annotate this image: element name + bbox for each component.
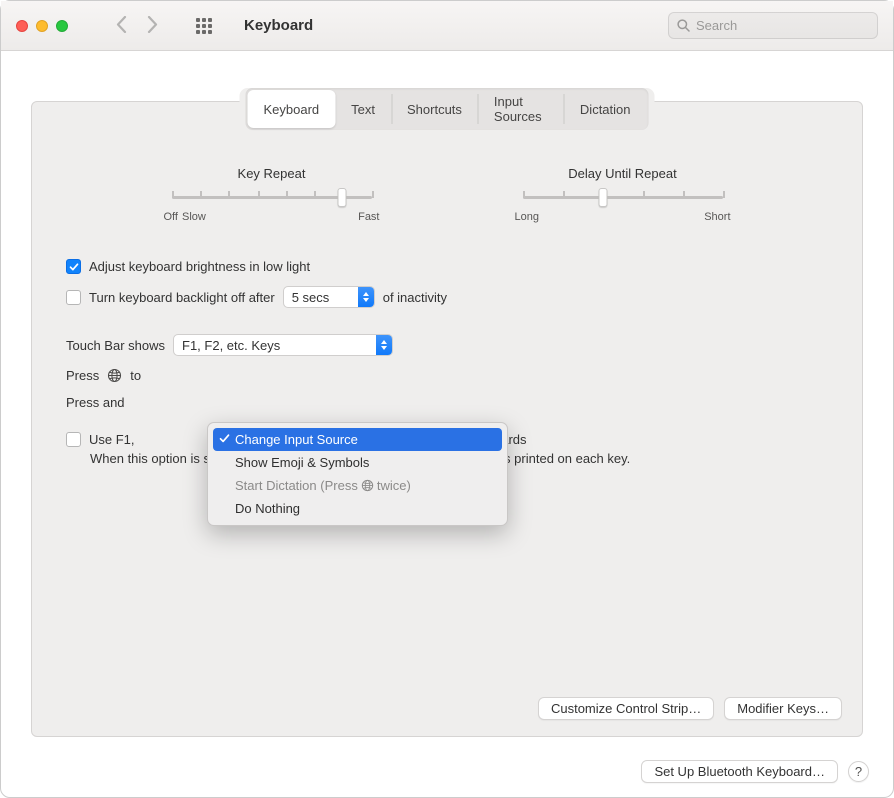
- press-globe-menu: Change Input Source Show Emoji & Symbols…: [207, 422, 508, 526]
- checkbox-adjust-brightness[interactable]: [66, 259, 81, 274]
- search-icon: [677, 19, 690, 32]
- key-repeat-scale: Off Slow Fast: [162, 211, 382, 223]
- row-backlight-off: Turn keyboard backlight off after 5 secs…: [66, 280, 828, 314]
- content-panel: Keyboard Text Shortcuts Input Sources Di…: [31, 101, 863, 737]
- tab-keyboard[interactable]: Keyboard: [248, 90, 336, 128]
- row-press-globe: Press to: [66, 362, 828, 389]
- search-placeholder: Search: [696, 18, 737, 33]
- forward-button[interactable]: [147, 16, 158, 36]
- check-icon: [219, 432, 230, 447]
- key-repeat-thumb[interactable]: [337, 188, 346, 207]
- modifier-keys-button[interactable]: Modifier Keys…: [724, 697, 842, 720]
- footer: Set Up Bluetooth Keyboard… ?: [641, 760, 869, 783]
- close-button[interactable]: [16, 20, 28, 32]
- tab-shortcuts[interactable]: Shortcuts: [391, 90, 478, 128]
- minimize-button[interactable]: [36, 20, 48, 32]
- show-all-icon[interactable]: [196, 18, 212, 34]
- popup-backlight-time[interactable]: 5 secs: [283, 286, 375, 308]
- window-controls: [16, 20, 68, 32]
- tab-text[interactable]: Text: [335, 90, 391, 128]
- key-repeat-slider: Key Repeat Off Slow Fast: [162, 166, 382, 223]
- label-use-fkeys: Use F1,: [89, 432, 135, 447]
- help-button[interactable]: ?: [848, 761, 869, 782]
- key-repeat-label: Key Repeat: [162, 166, 382, 181]
- label-to: to: [130, 368, 141, 383]
- zoom-button[interactable]: [56, 20, 68, 32]
- label-adjust-brightness: Adjust keyboard brightness in low light: [89, 259, 310, 274]
- stepper-icon: [376, 335, 392, 355]
- setup-bluetooth-keyboard-button[interactable]: Set Up Bluetooth Keyboard…: [641, 760, 838, 783]
- sliders: Key Repeat Off Slow Fast Delay Until Rep…: [96, 166, 798, 223]
- window-title: Keyboard: [244, 17, 313, 34]
- menu-item-start-dictation[interactable]: Start Dictation (Press twice): [213, 474, 502, 497]
- search-field[interactable]: Search: [668, 12, 878, 39]
- row-press-and: Press and: [66, 389, 828, 416]
- label-press: Press: [66, 368, 99, 383]
- checkbox-use-fkeys[interactable]: [66, 432, 81, 447]
- back-button[interactable]: [116, 16, 127, 36]
- titlebar: Keyboard Search: [1, 1, 893, 51]
- label-backlight-off-post: of inactivity: [383, 290, 447, 305]
- menu-item-change-input-source[interactable]: Change Input Source: [213, 428, 502, 451]
- popup-touch-bar[interactable]: F1, F2, etc. Keys: [173, 334, 393, 356]
- tab-bar: Keyboard Text Shortcuts Input Sources Di…: [246, 88, 649, 130]
- delay-scale: Long Short: [513, 211, 733, 223]
- tab-dictation[interactable]: Dictation: [564, 90, 647, 128]
- delay-label: Delay Until Repeat: [513, 166, 733, 181]
- menu-item-do-nothing[interactable]: Do Nothing: [213, 497, 502, 520]
- customize-control-strip-button[interactable]: Customize Control Strip…: [538, 697, 714, 720]
- row-adjust-brightness: Adjust keyboard brightness in low light: [66, 253, 828, 280]
- delay-thumb[interactable]: [598, 188, 607, 207]
- globe-icon: [107, 368, 122, 383]
- globe-icon: [361, 479, 374, 492]
- stepper-icon: [358, 287, 374, 307]
- tabs-wrap: Keyboard Text Shortcuts Input Sources Di…: [240, 88, 655, 130]
- key-repeat-track[interactable]: [172, 187, 372, 207]
- label-backlight-off-pre: Turn keyboard backlight off after: [89, 290, 275, 305]
- checkbox-backlight-off[interactable]: [66, 290, 81, 305]
- delay-track[interactable]: [523, 187, 723, 207]
- nav-arrows: [116, 16, 158, 36]
- label-touch-bar: Touch Bar shows: [66, 338, 165, 353]
- panel-buttons: Customize Control Strip… Modifier Keys…: [538, 697, 842, 720]
- label-press-and: Press and: [66, 395, 125, 410]
- menu-item-show-emoji[interactable]: Show Emoji & Symbols: [213, 451, 502, 474]
- row-touch-bar: Touch Bar shows F1, F2, etc. Keys: [66, 328, 828, 362]
- tab-input-sources[interactable]: Input Sources: [478, 90, 564, 128]
- delay-slider: Delay Until Repeat Long Short: [513, 166, 733, 223]
